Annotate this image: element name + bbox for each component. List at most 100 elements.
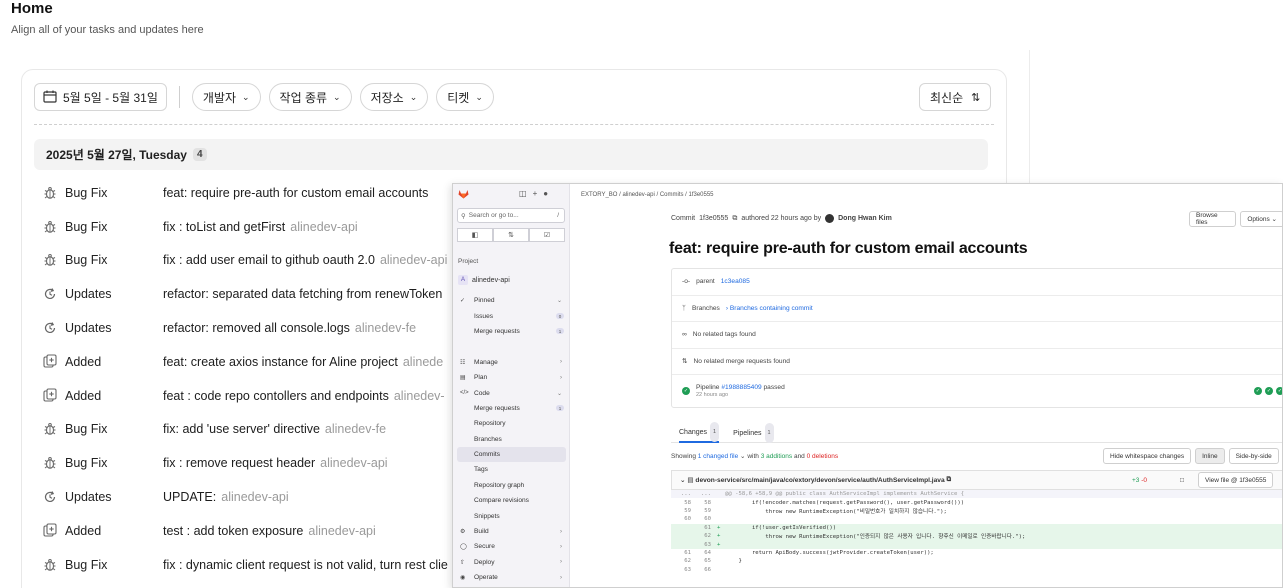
task-type-filter[interactable]: 작업 종류 ⌄ <box>268 83 352 111</box>
sidebar-item-code[interactable]: </> Code ⌄ <box>453 385 570 400</box>
tab-pipelines[interactable]: Pipelines 1 <box>733 423 774 443</box>
sidebar-item-build[interactable]: ⚙ Build › <box>453 524 570 539</box>
sidebar-item-repository-graph[interactable]: Repository graph <box>453 478 570 493</box>
activity-message[interactable]: fix : toList and getFirst alinedev-api <box>163 220 358 234</box>
activity-message[interactable]: feat: require pre-auth for custom email … <box>163 186 433 200</box>
project-link[interactable]: A alinedev-api <box>458 275 510 285</box>
sidebar-item-plan[interactable]: ▤ Plan › <box>453 370 570 385</box>
ticket-filter[interactable]: 티켓 ⌄ <box>436 83 494 111</box>
copy-path-icon[interactable]: ⧉ <box>945 476 951 484</box>
activity-message[interactable]: feat: create axios instance for Aline pr… <box>163 355 443 369</box>
refresh-icon <box>42 320 58 336</box>
sidebar-item-issues[interactable]: Issues 0 <box>453 308 570 323</box>
diff-view-controls: Hide whitespace changes Inline Side-by-s… <box>1103 448 1279 464</box>
no-mrs-text: No related merge requests found <box>693 357 790 365</box>
sidebar-item-merge-requests[interactable]: Merge requests 1 <box>453 324 570 339</box>
user-avatar-icon[interactable]: ● <box>543 189 548 198</box>
activity-message[interactable]: fix : dynamic client request is not vali… <box>163 558 453 572</box>
activity-message[interactable]: refactor: removed all console.logs alined… <box>163 321 416 335</box>
diff-line: 63 66 <box>684 566 711 573</box>
pipeline-stages[interactable]: ✓ ✓ ✓ <box>1254 387 1282 395</box>
branches-link[interactable]: › Branches containing commit <box>726 305 813 312</box>
activity-type: Bug Fix <box>65 557 108 572</box>
browse-files-button[interactable]: Browse files <box>1189 211 1237 227</box>
merge-requests-shortcut-icon[interactable]: ⇅ <box>493 228 529 242</box>
view-file-button[interactable]: View file @ 1f3e0555 <box>1198 472 1274 488</box>
comment-icon[interactable]: □ <box>1180 477 1184 484</box>
sidebar-item-branches[interactable]: Branches <box>453 432 570 447</box>
project-name: alinedev-api <box>472 276 510 284</box>
sidebar-item-operate[interactable]: ◉ Operate › <box>453 570 570 585</box>
calendar-icon <box>43 90 57 105</box>
sidebar-item-snippets[interactable]: Snippets <box>453 508 570 523</box>
sidebar-item-repository[interactable]: Repository <box>453 416 570 431</box>
pipeline-label: Pipeline <box>696 384 720 391</box>
changed-files-link[interactable]: 1 changed file <box>698 453 738 460</box>
new-item-icon[interactable]: + <box>533 189 538 198</box>
pipeline-link[interactable]: #1988885409 <box>721 384 761 391</box>
diff-line: 59 59 throw new RuntimeException("비밀번호가 일… <box>684 507 947 515</box>
search-input[interactable]: ⚲ Search or go to... / <box>457 208 565 223</box>
chevron-icon: ⌄ <box>556 298 562 305</box>
filter-divider <box>178 86 180 108</box>
sidebar-item-commits[interactable]: Commits <box>457 446 566 463</box>
todo-shortcut-icon[interactable]: ☑ <box>529 228 565 242</box>
sidebar-item-deploy[interactable]: ⇧ Deploy › <box>453 555 570 570</box>
activity-message[interactable]: UPDATE: alinedev-api <box>163 490 289 504</box>
commit-sha[interactable]: 1f3e0555 <box>699 215 728 222</box>
changes-summary: Showing 1 changed file ⌄ with 3 addition… <box>671 453 839 460</box>
developer-filter[interactable]: 개발자 ⌄ <box>191 83 261 111</box>
activity-message[interactable]: fix : remove request header alinedev-api <box>163 456 388 470</box>
diff-line: 62 + throw new RuntimeException("인증되지 않은 … <box>671 531 1282 541</box>
count-badge: 0 <box>556 313 564 320</box>
issues-shortcut-icon[interactable]: ◧ <box>457 228 493 242</box>
sidebar-item-pinned[interactable]: ✓ Pinned ⌄ <box>453 293 570 308</box>
activity-message[interactable]: fix : add user email to github oauth 2.0… <box>163 253 447 267</box>
pin-icon: ✓ <box>460 298 466 305</box>
chevron-down-icon: ⌄ <box>242 91 250 102</box>
parent-sha-link[interactable]: 1c3ea085 <box>721 278 750 285</box>
tab-changes[interactable]: Changes 1 <box>679 422 720 443</box>
sidebar-item-compare-revisions[interactable]: Compare revisions <box>453 493 570 508</box>
pipelines-count: 1 <box>764 423 774 443</box>
activity-message[interactable]: fix: add 'use server' directive alinedev-… <box>163 422 386 436</box>
repository-filter[interactable]: 저장소 ⌄ <box>359 83 429 111</box>
check-circle-icon: ✓ <box>1254 387 1262 395</box>
options-button[interactable]: Options ⌄ <box>1240 211 1282 227</box>
gitlab-main: EXTORY_BO / alinedev-api / Commits / 1f3… <box>571 184 1282 587</box>
section-divider <box>34 124 994 125</box>
copy-icon[interactable]: ⧉ <box>732 215 737 223</box>
activity-type: Added <box>65 388 102 403</box>
toggle-sidebar-icon[interactable]: ◫ <box>519 189 527 198</box>
activity-repo: alinedev-fe <box>354 321 417 336</box>
refresh-icon <box>42 489 58 505</box>
gitlab-logo-icon[interactable] <box>458 189 469 199</box>
bug-icon <box>42 455 58 471</box>
activity-type: Bug Fix <box>65 456 108 471</box>
activity-message[interactable]: feat : code repo contollers and endpoint… <box>163 389 445 403</box>
chevron-icon: › <box>560 374 562 381</box>
activity-repo: alinedev-fe <box>324 422 387 437</box>
date-range-button[interactable]: 5월 5일 - 5월 31일 <box>34 83 167 111</box>
file-path[interactable]: devon-service/src/main/java/co/extory/de… <box>695 477 944 484</box>
sidebar-item-tags[interactable]: Tags <box>453 462 570 477</box>
hide-whitespace-button[interactable]: Hide whitespace changes <box>1103 448 1192 464</box>
activity-message[interactable]: test : add token exposure alinedev-api <box>163 524 376 538</box>
side-by-side-button[interactable]: Side-by-side <box>1228 448 1279 464</box>
sidebar-item-secure[interactable]: ◯ Secure › <box>453 539 570 554</box>
sort-icon: ⇅ <box>971 91 981 104</box>
sort-button[interactable]: 최신순 ⇅ <box>919 83 992 111</box>
date-range-label: 5월 5일 - 5월 31일 <box>63 90 158 105</box>
collapse-icon[interactable]: ⌄ <box>680 476 687 484</box>
activity-type: Bug Fix <box>65 422 108 437</box>
changes-count: 1 <box>710 422 720 442</box>
sidebar-item-merge-requests[interactable]: Merge requests 1 <box>453 401 570 416</box>
sidebar-item-manage[interactable]: ☷ Manage › <box>453 355 570 370</box>
inline-view-button[interactable]: Inline <box>1195 448 1225 464</box>
breadcrumb[interactable]: EXTORY_BO / alinedev-api / Commits / 1f3… <box>581 192 714 198</box>
diff-line: 58 58 if(!encoder.matches(request.getPass… <box>684 499 965 506</box>
author-name[interactable]: Dong Hwan Kim <box>838 215 892 222</box>
activity-message[interactable]: refactor: separated data fetching from r… <box>163 287 447 301</box>
file-stats: +3 -0 <box>1132 476 1148 484</box>
chevron-icon: › <box>560 559 562 566</box>
